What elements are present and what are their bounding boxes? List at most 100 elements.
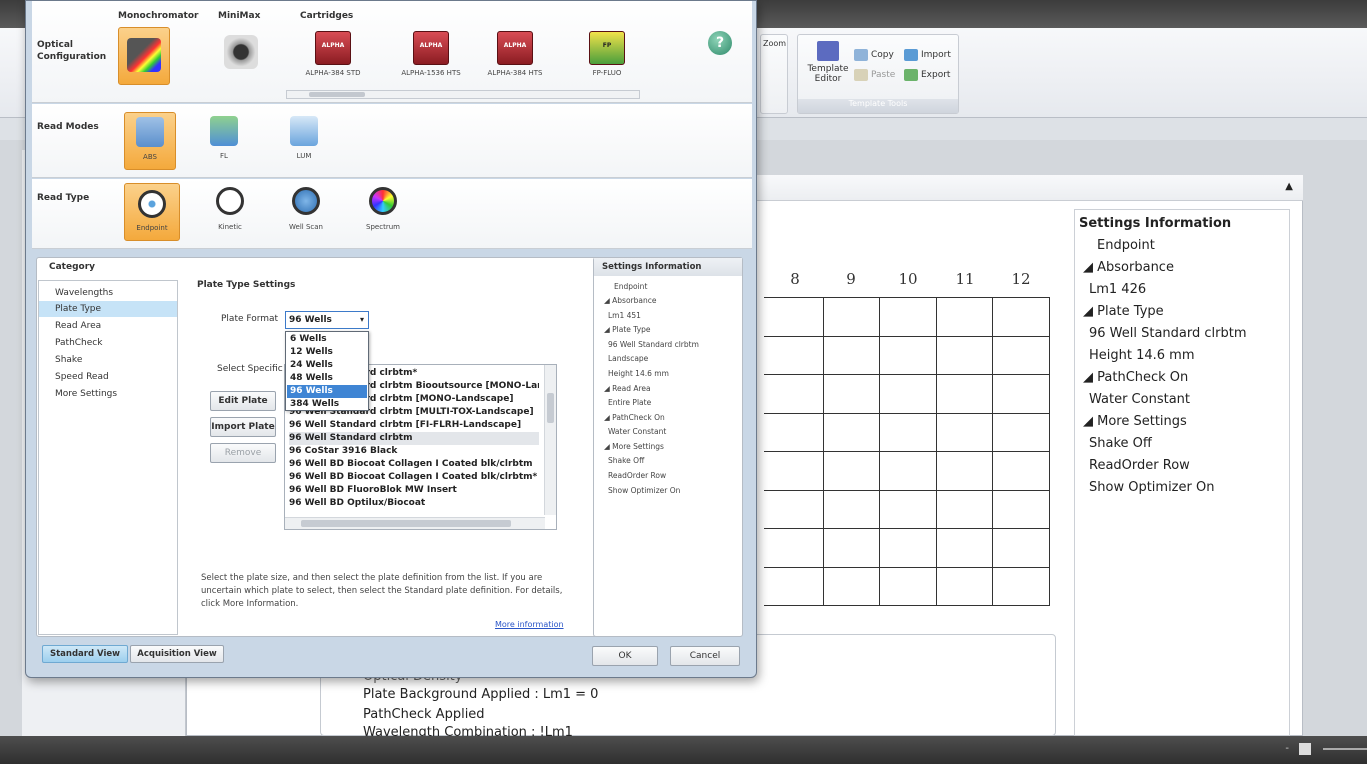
cartridge-alpha-1536-hts[interactable]: ALPHA ALPHA-1536 HTS: [396, 31, 466, 77]
zoom-out-icon[interactable]: -: [1285, 743, 1289, 754]
zoom-box-icon[interactable]: [1299, 743, 1311, 755]
vertical-scrollbar[interactable]: [544, 365, 556, 515]
help-icon[interactable]: ?: [708, 31, 732, 55]
more-information-link[interactable]: More information: [495, 620, 564, 629]
settings-line: Endpoint: [1097, 238, 1155, 253]
cartridge-alpha-384-hts[interactable]: ALPHA ALPHA-384 HTS: [480, 31, 550, 77]
list-item[interactable]: 96 Well Standard clrbtm [FI-FLRH-Landsca…: [289, 419, 539, 432]
grid-line: [764, 490, 1050, 491]
cartridge-scrollbar[interactable]: [286, 90, 640, 99]
category-more-settings[interactable]: More Settings: [39, 386, 177, 402]
plate-format-select[interactable]: 96 Wells ▾: [285, 311, 369, 329]
cartridge-icon: ALPHA: [315, 31, 351, 65]
read-type-spectrum[interactable]: Spectrum: [358, 187, 408, 241]
minimax-button[interactable]: [218, 35, 264, 79]
read-type-endpoint[interactable]: Endpoint: [124, 183, 180, 241]
settings-line[interactable]: ◢ More Settings: [604, 442, 664, 451]
read-mode-abs[interactable]: ABS: [124, 112, 176, 170]
category-wavelengths[interactable]: Wavelengths: [39, 285, 177, 301]
settings-line[interactable]: ◢ More Settings: [1083, 414, 1187, 429]
cartridge-label: ALPHA-384 STD: [305, 69, 361, 77]
settings-line[interactable]: ◢ PathCheck On: [1083, 370, 1188, 385]
remove-button[interactable]: Remove: [210, 443, 276, 463]
settings-line[interactable]: ◢ Plate Type: [604, 325, 651, 334]
read-mode-fl[interactable]: FL: [202, 116, 246, 170]
settings-line: Show Optimizer On: [1089, 480, 1215, 495]
settings-line: Entire Plate: [608, 398, 652, 407]
category-label: Category: [49, 262, 96, 272]
plate-format-label: Plate Format: [221, 314, 279, 324]
monochromator-button[interactable]: [118, 27, 170, 85]
zoom-slider[interactable]: [1323, 748, 1367, 750]
import-plate-button[interactable]: Import Plate: [210, 417, 276, 437]
dropdown-option[interactable]: 24 Wells: [287, 359, 367, 372]
category-read-area[interactable]: Read Area: [39, 318, 177, 334]
edit-plate-button[interactable]: Edit Plate: [210, 391, 276, 411]
scrollbar-thumb[interactable]: [309, 92, 365, 97]
settings-line: Shake Off: [608, 456, 645, 465]
read-mode-label: LUM: [296, 152, 312, 160]
well-scan-icon: [292, 187, 320, 215]
list-item[interactable]: 96 Well Standard clrbtm: [289, 432, 539, 445]
ok-button[interactable]: OK: [592, 646, 658, 666]
collapse-arrow-icon[interactable]: ▲: [1285, 181, 1293, 192]
import-label: Import: [921, 50, 951, 60]
read-mode-lum[interactable]: LUM: [282, 116, 326, 170]
standard-view-button[interactable]: Standard View: [42, 645, 128, 663]
dialog-settings-information-title: Settings Information: [594, 258, 742, 276]
cancel-button[interactable]: Cancel: [670, 646, 740, 666]
settings-dialog: Optical Configuration Monochromator Mini…: [25, 0, 757, 678]
list-item[interactable]: 96 Well BD FluoroBlok MW Insert: [289, 484, 539, 497]
horizontal-scrollbar[interactable]: [285, 517, 545, 529]
scrollbar-thumb[interactable]: [301, 520, 511, 527]
list-item[interactable]: 96 Well BD Optilux/Biocoat: [289, 497, 539, 510]
dropdown-option[interactable]: 48 Wells: [287, 372, 367, 385]
read-type-kinetic[interactable]: Kinetic: [206, 187, 254, 241]
cartridge-alpha-384-std[interactable]: ALPHA ALPHA-384 STD: [298, 31, 368, 77]
paste-button[interactable]: Paste: [854, 69, 895, 81]
category-speed-read[interactable]: Speed Read: [39, 369, 177, 385]
grid-line: [764, 451, 1050, 452]
list-item[interactable]: 96 CoStar 3916 Black: [289, 445, 539, 458]
dropdown-option[interactable]: 384 Wells: [287, 398, 367, 411]
category-shake[interactable]: Shake: [39, 352, 177, 368]
abs-icon: [136, 117, 164, 147]
cartridge-icon: ALPHA: [413, 31, 449, 65]
category-plate-type[interactable]: Plate Type: [39, 301, 177, 317]
settings-line[interactable]: ◢ Absorbance: [604, 296, 656, 305]
settings-line[interactable]: ◢ PathCheck On: [604, 413, 665, 422]
scrollbar-thumb[interactable]: [547, 393, 554, 423]
settings-line: Show Optimizer On: [608, 486, 681, 495]
cartridge-label: ALPHA-1536 HTS: [401, 69, 461, 77]
plate-type-settings-heading: Plate Type Settings: [197, 280, 296, 290]
category-pathcheck[interactable]: PathCheck: [39, 335, 177, 351]
export-button[interactable]: Export: [904, 69, 950, 81]
settings-information-panel: Settings Information Endpoint ◢ Absorban…: [1074, 209, 1290, 736]
dropdown-option[interactable]: 12 Wells: [287, 346, 367, 359]
read-mode-label: FL: [220, 152, 228, 160]
copy-button[interactable]: Copy: [854, 49, 894, 61]
read-type-well-scan[interactable]: Well Scan: [282, 187, 330, 241]
dropdown-option[interactable]: 96 Wells: [287, 385, 367, 398]
list-item[interactable]: 96 Well BD Biocoat Collagen I Coated blk…: [289, 458, 539, 471]
cartridge-fp-fluo[interactable]: FP FP-FLUO: [582, 31, 632, 77]
settings-line[interactable]: ◢ Absorbance: [1083, 260, 1174, 275]
description-line: Plate Background Applied : Lm1 = 0: [363, 687, 599, 702]
dropdown-option[interactable]: 6 Wells: [287, 333, 367, 346]
cartridge-label: ALPHA-384 HTS: [487, 69, 543, 77]
template-editor-button[interactable]: Template Editor: [806, 41, 850, 84]
cartridge-icon: FP: [589, 31, 625, 65]
tab-monochromator[interactable]: Monochromator: [118, 11, 198, 21]
fl-icon: [210, 116, 238, 146]
tab-cartridges[interactable]: Cartridges: [300, 11, 353, 21]
list-item[interactable]: 96 Well BD Biocoat Collagen I Coated blk…: [289, 471, 539, 484]
settings-line[interactable]: ◢ Plate Type: [1083, 304, 1164, 319]
settings-line[interactable]: ◢ Read Area: [604, 384, 651, 393]
tab-minimax[interactable]: MiniMax: [218, 11, 260, 21]
import-button[interactable]: Import: [904, 49, 951, 61]
select-specific-label: Select Specific: [217, 364, 283, 374]
acquisition-view-button[interactable]: Acquisition View: [130, 645, 224, 663]
column-header: 8: [790, 270, 800, 288]
dialog-settings-information: Settings Information Endpoint ◢ Absorban…: [593, 257, 743, 637]
grid-line: [764, 413, 1050, 414]
